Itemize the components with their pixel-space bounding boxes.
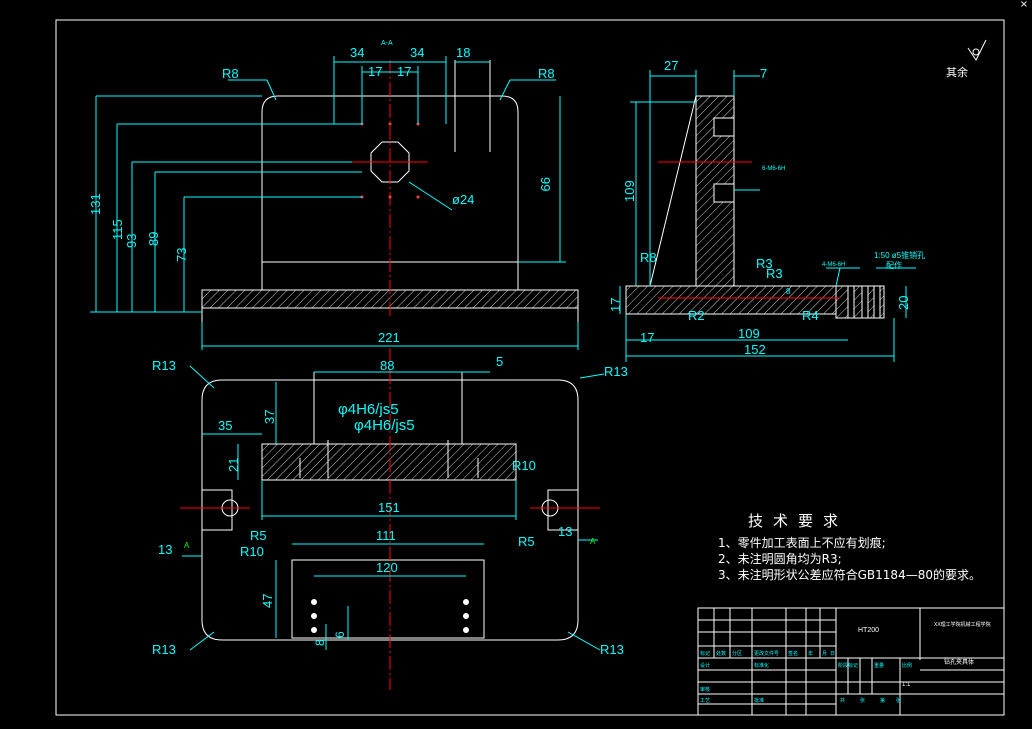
svg-text:阶段标记: 阶段标记 bbox=[838, 662, 858, 669]
dim-221: 221 bbox=[378, 330, 400, 345]
surface-finish-symbol: 其余 bbox=[946, 39, 987, 79]
dim-35: 35 bbox=[218, 418, 232, 433]
tb-material: HT200 bbox=[858, 627, 879, 634]
svg-text:签名: 签名 bbox=[788, 650, 798, 657]
tb-part-name: 钻孔夹具体 bbox=[944, 658, 974, 666]
svg-text:年: 年 bbox=[808, 650, 813, 657]
dim-r4: R4 bbox=[802, 308, 819, 323]
dim-93: 93 bbox=[124, 234, 139, 248]
dim-99: 99 bbox=[538, 177, 553, 191]
dim-r8-left: R8 bbox=[222, 66, 239, 81]
dim-r8-side: R8 bbox=[640, 250, 657, 265]
svg-text:第: 第 bbox=[880, 697, 885, 704]
svg-text:处数: 处数 bbox=[716, 650, 726, 657]
dim-152: 152 bbox=[744, 342, 766, 357]
notes-title: 技术要求 bbox=[748, 512, 849, 530]
thread-note-2: 4-M6-6H bbox=[822, 262, 845, 268]
dim-111: 111 bbox=[376, 528, 396, 543]
dim-13-right: 13 bbox=[558, 524, 572, 539]
dim-13-left: 13 bbox=[158, 542, 172, 557]
section-label: A-A bbox=[381, 40, 393, 47]
dim-r2: R2 bbox=[688, 308, 705, 323]
dim-r10-right: R10 bbox=[512, 458, 536, 473]
dim-17-horizontal: 17 bbox=[640, 330, 654, 345]
svg-text:设计: 设计 bbox=[700, 662, 710, 669]
dim-131: 131 bbox=[88, 193, 103, 215]
dim-r5-right: R5 bbox=[518, 534, 535, 549]
plan-view: R13 R13 R13 R13 88 5 37 35 φ4H6/js5 φ4H6… bbox=[152, 348, 628, 690]
dim-109-horizontal: 109 bbox=[738, 326, 760, 341]
svg-text:张: 张 bbox=[860, 697, 865, 704]
svg-text:更改文件号: 更改文件号 bbox=[754, 650, 779, 657]
svg-text:标记: 标记 bbox=[700, 650, 710, 657]
fit-note-2: φ4H6/js5 bbox=[354, 417, 415, 434]
svg-text:月: 月 bbox=[822, 651, 827, 657]
pin-note-2: 配作 bbox=[886, 260, 902, 270]
dim-r8-right: R8 bbox=[538, 66, 555, 81]
dim-73: 73 bbox=[174, 248, 189, 262]
dim-8: 8 bbox=[313, 639, 327, 646]
front-left-dimensions bbox=[90, 95, 579, 350]
front-top-dimensions bbox=[228, 56, 556, 124]
view-arrow-a-right: A bbox=[590, 537, 596, 546]
dim-r5-left: R5 bbox=[250, 528, 267, 543]
dim-151: 151 bbox=[378, 500, 400, 515]
dim-r13-tr: R13 bbox=[604, 364, 628, 379]
drawing-svg: 其余 34 A-A 34 18 17 17 R8 R8 131 115 93 8… bbox=[55, 19, 1005, 716]
dim-20: 20 bbox=[896, 296, 911, 310]
note-item-2: 2、未注明圆角均为R3; bbox=[718, 552, 842, 566]
dim-dia-24: ø24 bbox=[452, 192, 474, 207]
dim-34-left: 34 bbox=[350, 45, 364, 60]
svg-text:审核: 审核 bbox=[700, 686, 710, 693]
dim-17-vertical: 17 bbox=[608, 298, 623, 312]
svg-text:日: 日 bbox=[830, 651, 835, 657]
view-arrow-a-left: A bbox=[184, 541, 190, 550]
dim-r10-left: R10 bbox=[240, 544, 264, 559]
fit-note-1: φ4H6/js5 bbox=[338, 401, 399, 418]
dim-18: 18 bbox=[456, 45, 470, 60]
dim-115: 115 bbox=[110, 219, 125, 240]
dim-34-right: 34 bbox=[410, 45, 424, 60]
dim-6: 6 bbox=[333, 631, 347, 638]
svg-text:批准: 批准 bbox=[754, 697, 764, 704]
dim-r3-b: R3 bbox=[766, 266, 783, 281]
dim-109-vertical: 109 bbox=[622, 180, 637, 202]
note-item-1: 1、零件加工表面上不应有划痕; bbox=[718, 536, 886, 550]
svg-text:重量: 重量 bbox=[874, 662, 884, 669]
svg-text:分区: 分区 bbox=[732, 650, 742, 657]
tb-scale: 1:1 bbox=[902, 682, 911, 688]
close-button[interactable]: × bbox=[1016, 0, 1032, 10]
svg-text:比例: 比例 bbox=[902, 662, 912, 669]
thread-note-1: 6-M6-6H bbox=[762, 166, 785, 172]
svg-text:共: 共 bbox=[840, 697, 845, 704]
svg-text:张: 张 bbox=[896, 697, 901, 704]
dim-47: 47 bbox=[260, 594, 275, 608]
pin-note: 1:50 ø5锥销孔 bbox=[874, 250, 925, 260]
tb-school: XX理工学院机械工程学院 bbox=[934, 621, 991, 628]
dim-8-small: 8 bbox=[786, 287, 791, 296]
note-item-3: 3、未注明形状公差应符合GB1184—80的要求。 bbox=[718, 568, 981, 582]
dim-21: 21 bbox=[226, 458, 241, 472]
dim-r13-br: R13 bbox=[600, 642, 624, 657]
dim-88: 88 bbox=[380, 358, 394, 373]
dim-r13-bl: R13 bbox=[152, 642, 176, 657]
dim-120: 120 bbox=[376, 560, 398, 575]
cad-drawing-canvas: 其余 34 A-A 34 18 17 17 R8 R8 131 115 93 8… bbox=[0, 0, 1032, 725]
dim-89: 89 bbox=[146, 232, 161, 246]
dim-5: 5 bbox=[496, 354, 503, 369]
dim-27: 27 bbox=[664, 58, 678, 73]
svg-text:标准化: 标准化 bbox=[754, 662, 769, 669]
surface-note: 其余 bbox=[946, 65, 968, 79]
dim-r13-tl: R13 bbox=[152, 358, 176, 373]
dim-17-right: 17 bbox=[397, 64, 411, 79]
dim-37: 37 bbox=[262, 410, 277, 424]
dim-7: 7 bbox=[760, 66, 767, 81]
front-view: 34 A-A 34 18 17 17 R8 R8 131 115 93 89 7… bbox=[88, 40, 579, 350]
dim-17-left: 17 bbox=[368, 64, 382, 79]
svg-text:工艺: 工艺 bbox=[700, 698, 710, 704]
side-view: 27 7 109 6-M6-6H R8 R3 R3 4-M6-6H 1:50 ø… bbox=[608, 58, 925, 362]
